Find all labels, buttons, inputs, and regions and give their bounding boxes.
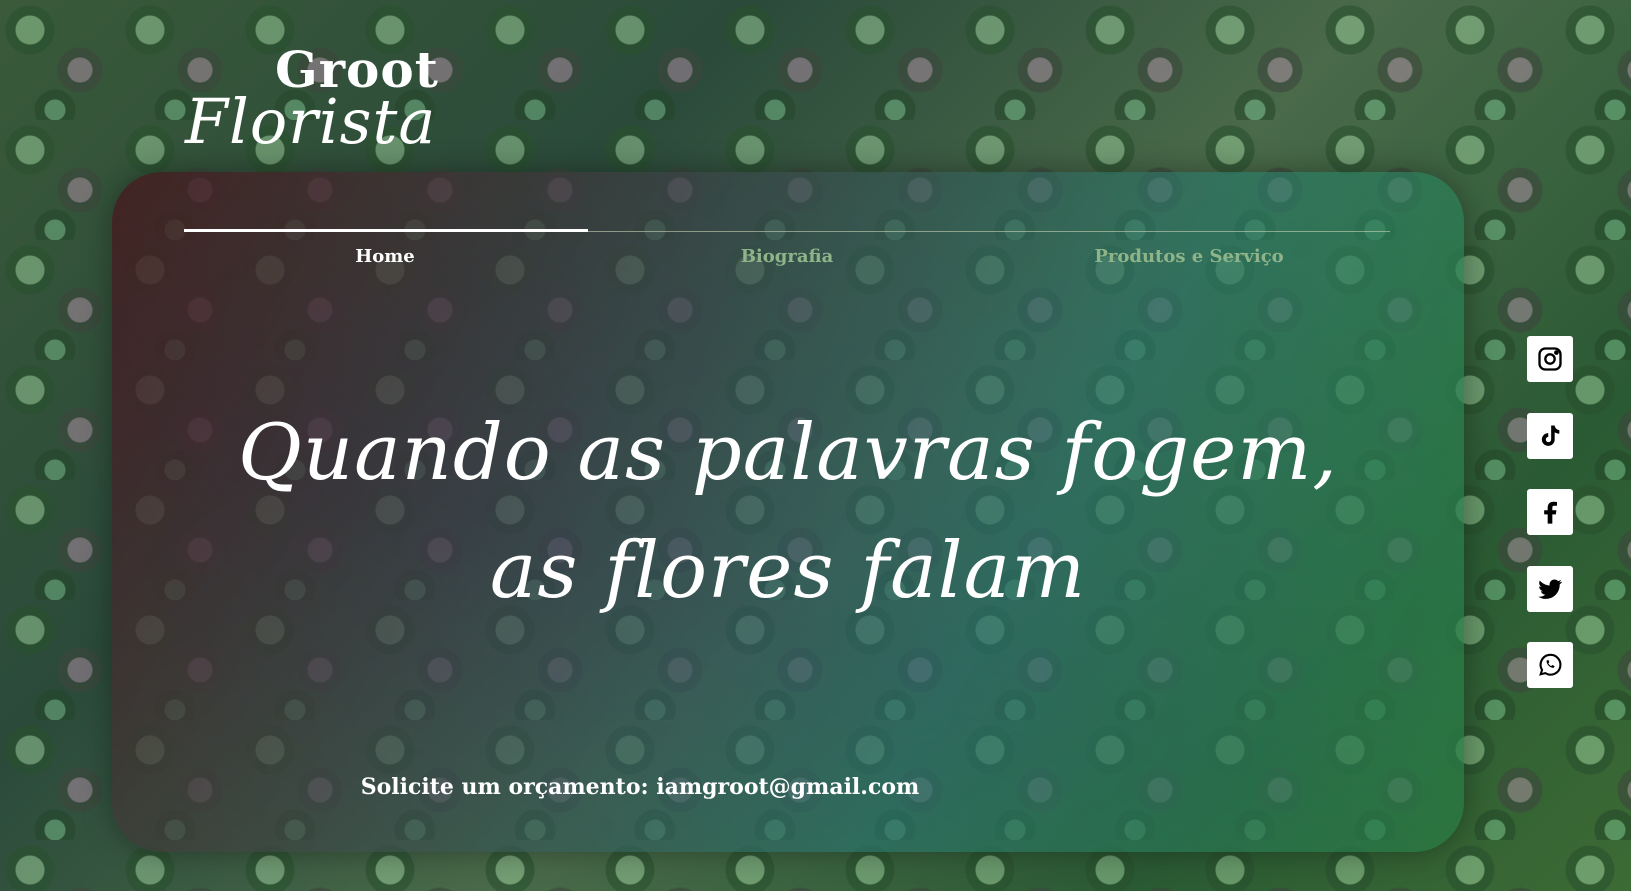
facebook-icon[interactable] — [1527, 489, 1573, 535]
tiktok-icon[interactable] — [1527, 413, 1573, 459]
nav-item-produtos-servico[interactable]: Produtos e Serviço — [988, 246, 1390, 267]
hero-headline: Quando as palavras fogem, as flores fala… — [112, 394, 1464, 630]
hero-headline-line2: as flores falam — [489, 526, 1087, 616]
twitter-icon[interactable] — [1527, 566, 1573, 612]
main-nav: Home Biografia Produtos e Serviço — [184, 246, 1390, 267]
nav-item-biografia[interactable]: Biografia — [586, 246, 988, 267]
whatsapp-icon[interactable] — [1527, 642, 1573, 688]
quote-request-text[interactable]: Solicite um orçamento: iamgroot@gmail.co… — [112, 774, 1168, 800]
logo[interactable]: Groot Florista — [180, 40, 440, 160]
nav-active-indicator — [184, 229, 588, 232]
instagram-icon[interactable] — [1527, 336, 1573, 382]
hero-headline-line1: Quando as palavras fogem, — [237, 408, 1339, 498]
hero-panel: Home Biografia Produtos e Serviço Quando… — [112, 172, 1464, 852]
nav-item-home[interactable]: Home — [184, 246, 586, 267]
logo-line-florista: Florista — [185, 85, 437, 158]
